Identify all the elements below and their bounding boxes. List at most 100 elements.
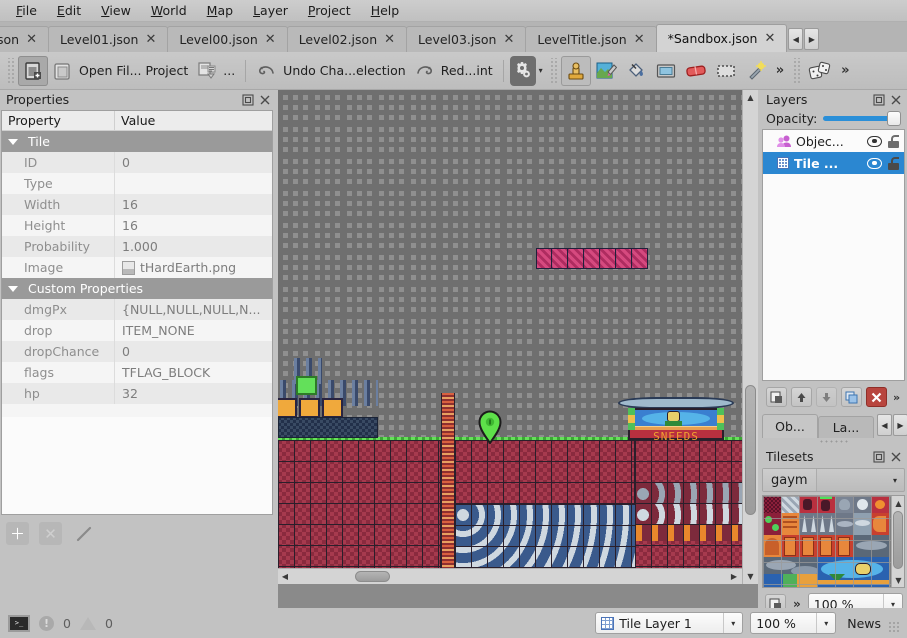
- tileset-scroll-thumb[interactable]: [893, 511, 903, 569]
- property-group-custom[interactable]: Custom Properties: [2, 278, 272, 299]
- property-value[interactable]: 16: [115, 197, 272, 212]
- undo-button[interactable]: Undo Cha...election: [252, 56, 410, 86]
- chevron-down-icon[interactable]: ▾: [890, 476, 904, 485]
- current-layer-combo[interactable]: Tile Layer 1 ▾: [595, 612, 744, 634]
- layer-list-item-object[interactable]: Objec...: [763, 130, 904, 152]
- property-value[interactable]: 16: [115, 218, 272, 233]
- property-value-with-icon[interactable]: tHardEarth.png: [115, 260, 272, 275]
- property-value[interactable]: 0: [115, 155, 272, 170]
- close-icon[interactable]: [889, 450, 903, 464]
- redo-button[interactable]: Red...int: [410, 56, 497, 86]
- close-icon[interactable]: ✕: [503, 33, 514, 46]
- map-view[interactable]: SNEEDS ◀ ▶: [278, 90, 742, 584]
- map-object-marker-pin[interactable]: [478, 410, 502, 445]
- edit-property-button[interactable]: [72, 522, 95, 545]
- close-icon[interactable]: ✕: [764, 32, 775, 45]
- tileset-scroll-down-icon[interactable]: ▼: [892, 573, 904, 587]
- layer-list-item-tile[interactable]: Tile ...: [763, 152, 904, 174]
- toolbar-grip-3[interactable]: [792, 57, 802, 84]
- zoom-combo[interactable]: 100 % ▾: [750, 612, 837, 634]
- document-tab-active[interactable]: *Sandbox.json ✕: [655, 24, 788, 52]
- float-icon[interactable]: [872, 93, 886, 107]
- chevron-down-icon[interactable]: ▾: [723, 613, 742, 633]
- layer-list[interactable]: Objec... Tile ...: [762, 129, 905, 381]
- toolbar-overflow-button[interactable]: »: [771, 63, 789, 78]
- tab-layers[interactable]: La...: [818, 416, 874, 438]
- tab-objects[interactable]: Ob...: [762, 414, 818, 438]
- lower-layer-button[interactable]: [816, 387, 837, 407]
- property-row[interactable]: Type: [2, 173, 272, 194]
- opacity-slider-knob[interactable]: [887, 111, 901, 126]
- close-icon[interactable]: ✕: [265, 33, 276, 46]
- property-row[interactable]: flags TFLAG_BLOCK: [2, 362, 272, 383]
- property-value[interactable]: 32: [115, 386, 272, 401]
- float-icon[interactable]: [872, 450, 886, 464]
- layer-overflow-button[interactable]: »: [891, 391, 902, 404]
- unlock-icon[interactable]: [887, 156, 900, 170]
- settings-button[interactable]: [509, 55, 536, 86]
- delete-layer-button[interactable]: [866, 387, 887, 407]
- raise-layer-button[interactable]: [791, 387, 812, 407]
- news-link[interactable]: News: [843, 616, 881, 631]
- property-value[interactable]: 0: [115, 344, 272, 359]
- document-tab[interactable]: Level03.json ✕: [406, 26, 527, 52]
- new-map-button[interactable]: [18, 55, 48, 86]
- terrain-brush-tool-button[interactable]: [591, 56, 621, 86]
- close-icon[interactable]: ✕: [384, 33, 395, 46]
- vertical-scroll-thumb[interactable]: [745, 385, 756, 515]
- scroll-left-arrow-icon[interactable]: ◀: [278, 570, 292, 584]
- random-mode-button[interactable]: [804, 56, 836, 86]
- tileset-view[interactable]: ▲ ▼: [762, 495, 905, 588]
- property-row[interactable]: drop ITEM_NONE: [2, 320, 272, 341]
- property-value[interactable]: TFLAG_BLOCK: [115, 365, 272, 380]
- property-value[interactable]: {NULL,NULL,NULL,N...: [115, 302, 272, 317]
- close-icon[interactable]: [258, 93, 272, 107]
- new-layer-button[interactable]: [766, 387, 787, 407]
- tileset-selector-tab[interactable]: gaym ▾: [762, 468, 905, 492]
- dock-splitter-handle[interactable]: [818, 439, 849, 444]
- horizontal-scroll-thumb[interactable]: [355, 571, 390, 582]
- bucket-fill-tool-button[interactable]: [621, 56, 651, 86]
- tab-scroll-right-button[interactable]: ▶: [804, 28, 820, 50]
- magic-wand-tool-button[interactable]: [741, 56, 771, 86]
- scroll-up-arrow-icon[interactable]: ▲: [744, 90, 758, 104]
- duplicate-layer-button[interactable]: [841, 387, 862, 407]
- shape-fill-tool-button[interactable]: [651, 56, 681, 86]
- menu-item-map[interactable]: Map: [197, 1, 243, 20]
- opacity-slider[interactable]: [823, 110, 901, 126]
- eraser-tool-button[interactable]: [681, 56, 711, 86]
- add-property-button[interactable]: ＋: [6, 522, 29, 545]
- tileset-scrollbar[interactable]: ▲ ▼: [891, 496, 904, 587]
- unlock-icon[interactable]: [887, 134, 900, 148]
- rectangular-select-tool-button[interactable]: [711, 56, 741, 86]
- property-row[interactable]: Width 16: [2, 194, 272, 215]
- menu-item-file[interactable]: File: [6, 1, 47, 20]
- float-icon[interactable]: [241, 93, 255, 107]
- toolbar-grip-2[interactable]: [548, 57, 558, 84]
- map-object-shop-sneeds[interactable]: SNEEDS: [618, 397, 734, 443]
- property-row[interactable]: ID 0: [2, 152, 272, 173]
- property-row[interactable]: dmgPx {NULL,NULL,NULL,N...: [2, 299, 272, 320]
- terminal-icon[interactable]: >_: [8, 614, 30, 632]
- toolbar-overflow-button-2[interactable]: »: [836, 63, 854, 78]
- open-file-button[interactable]: Open Fil... Project: [48, 56, 192, 86]
- chevron-down-icon[interactable]: ▾: [816, 613, 835, 633]
- right-tab-scroll-left-button[interactable]: ◀: [877, 414, 892, 436]
- tileset-scroll-up-icon[interactable]: ▲: [892, 496, 904, 510]
- property-row[interactable]: hp 32: [2, 383, 272, 404]
- menu-item-project[interactable]: Project: [298, 1, 361, 20]
- document-tab[interactable]: Level00.json ✕: [167, 26, 288, 52]
- menu-item-layer[interactable]: Layer: [243, 1, 298, 20]
- property-row[interactable]: Probability 1.000: [2, 236, 272, 257]
- close-icon[interactable]: ✕: [26, 33, 37, 46]
- canvas-vertical-scrollbar[interactable]: ▲ ▼: [742, 90, 758, 584]
- document-tab[interactable]: Level01.json ✕: [48, 26, 169, 52]
- menu-item-view[interactable]: View: [91, 1, 141, 20]
- settings-chevron-down-icon[interactable]: ▾: [536, 66, 546, 75]
- document-tab[interactable]: son ✕: [0, 26, 49, 52]
- right-tab-scroll-right-button[interactable]: ▶: [893, 414, 907, 436]
- document-tab[interactable]: LevelTitle.json ✕: [525, 26, 657, 52]
- property-row[interactable]: Image tHardEarth.png: [2, 257, 272, 278]
- property-value[interactable]: 1.000: [115, 239, 272, 254]
- property-group-tile[interactable]: Tile: [2, 131, 272, 152]
